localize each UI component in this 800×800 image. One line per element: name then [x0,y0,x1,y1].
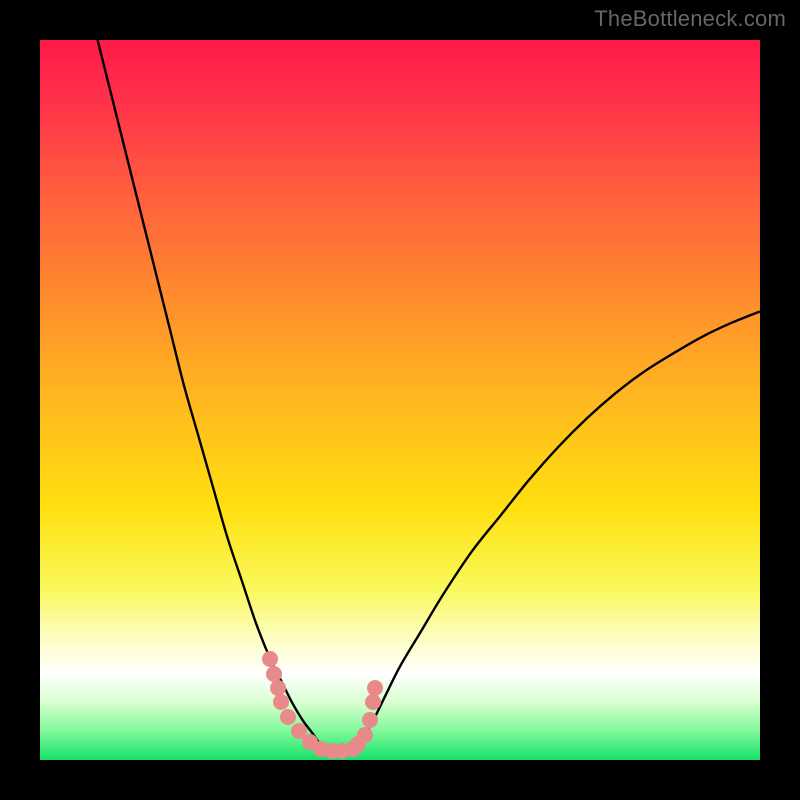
valley-marker [270,680,286,696]
plot-area [40,40,760,760]
valley-marker [262,651,278,667]
watermark-text: TheBottleneck.com [594,6,786,32]
valley-marker [266,666,282,682]
curves-layer [40,40,760,760]
left-curve-path [98,40,321,746]
valley-marker [367,680,383,696]
right-curve-path [357,311,760,745]
valley-marker [362,712,378,728]
valley-marker [280,709,296,725]
valley-marker [365,694,381,710]
valley-marker [357,727,373,743]
